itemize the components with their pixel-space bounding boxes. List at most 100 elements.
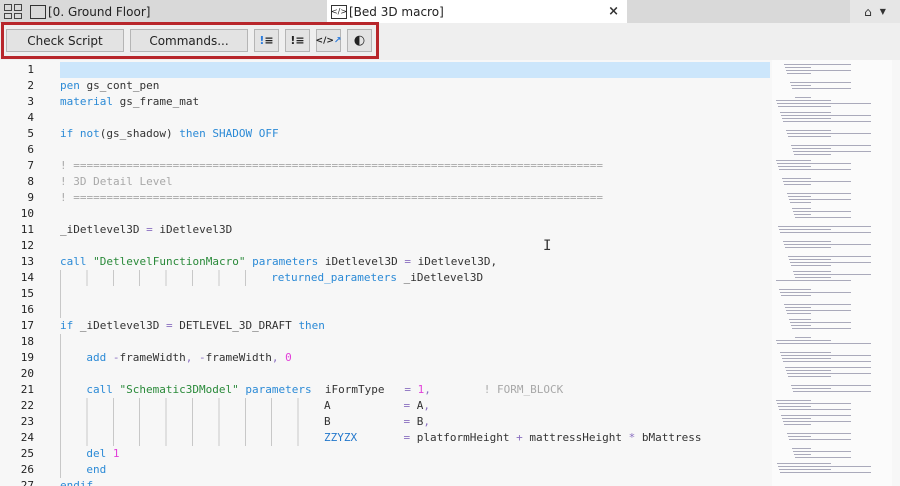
line-number: 12 [20,239,34,252]
code-line[interactable]: 22 A = A, [0,398,770,414]
code-line[interactable]: 12 [0,238,770,254]
line-number: 18 [20,335,34,348]
line-number: 10 [20,207,34,220]
line-number: 17 [20,319,34,332]
code-line[interactable]: 7 ! =====================================… [0,158,770,174]
line-number: 7 [27,159,34,172]
minimap-line [782,118,831,119]
minimap-line [787,433,851,434]
minimap-line [782,178,811,179]
indent-guides [60,350,87,366]
code-token: call [86,383,120,396]
script-editor[interactable]: 1 2 pen gs_cont_pen 3 material gs_frame_mat 4… [0,60,770,486]
line-number: 23 [20,415,34,428]
line-code [60,62,770,78]
minimap-line [785,307,811,308]
minimap-line [782,418,811,419]
minimap-line [790,202,811,203]
code-line[interactable]: 23 B = B, [0,414,770,430]
code-line[interactable]: 1 [0,62,770,78]
code-token: ZZYZX [324,431,358,444]
text-cursor-icon: I [543,238,552,254]
code-token: 1 [106,447,120,460]
chevron-down-icon: ▼ [879,7,886,16]
minimap-line [780,292,851,293]
view-menu-button[interactable]: ⌂ ▼ [850,0,900,23]
code-token: pen [60,79,80,92]
code-line[interactable]: 25 del 1 [0,446,770,462]
code-line[interactable]: 5 if not(gs_shadow) then SHADOW OFF [0,126,770,142]
minimap-line [777,103,871,104]
highlight-box [1,22,379,59]
minimap[interactable] [772,60,892,486]
minimap-line [783,181,851,182]
code-token: _iDetlevel3D [397,271,484,284]
indent-guides [60,366,87,382]
minimap-line [780,112,831,113]
code-line[interactable]: 15 [0,286,770,302]
code-token: add [86,351,107,364]
minimap-line [778,226,871,227]
tab-bed-3d-macro[interactable]: </> [Bed 3D macro] × [327,0,627,23]
line-code: add -frameWidth, -frameWidth, 0 [60,350,770,366]
minimap-line [795,337,811,338]
minimap-line [781,295,811,296]
indent-guides [60,382,87,398]
minimap-line [791,265,831,266]
code-line[interactable]: 14 returned_parameters _iDetlevel3D [0,270,770,286]
line-code: ! 3D Detail Level [60,174,770,190]
code-line[interactable]: 16 [0,302,770,318]
code-line[interactable]: 10 [0,206,770,222]
code-line[interactable]: 6 [0,142,770,158]
minimap-line [794,274,871,275]
line-number: 22 [20,399,34,412]
grid-view-icon[interactable] [4,4,22,19]
line-number: 11 [20,223,34,236]
minimap-line [777,403,851,404]
code-line[interactable]: 20 [0,366,770,382]
code-token: , [271,351,286,364]
close-tab-icon[interactable]: × [608,4,619,19]
line-number: 4 [27,111,34,124]
code-line[interactable]: 4 [0,110,770,126]
code-line[interactable]: 26 end [0,462,770,478]
code-line[interactable]: 11 _iDetlevel3D = iDetlevel3D [0,222,770,238]
code-token: B [324,415,404,428]
minimap-line [783,421,851,422]
code-token: platformHeight [410,431,517,444]
minimap-line [794,454,811,455]
code-token: A [324,399,404,412]
indent-guides [60,302,87,318]
code-line[interactable]: 19 add -frameWidth, -frameWidth, 0 [0,350,770,366]
minimap-line [778,166,811,167]
code-line[interactable]: 17 if _iDetlevel3D = DETLEVEL_3D_DRAFT th… [0,318,770,334]
minimap-line [793,451,851,452]
code-line[interactable]: 2 pen gs_cont_pen [0,78,770,94]
minimap-line [789,319,811,320]
code-line[interactable]: 27 endif [0,478,770,486]
line-number: 16 [20,303,34,316]
code-line[interactable]: 9 ! =====================================… [0,190,770,206]
tab-ground-floor[interactable]: [0. Ground Floor] [30,0,150,23]
minimap-line [792,148,831,149]
code-line[interactable]: 3 material gs_frame_mat [0,94,770,110]
minimap-line [787,313,811,314]
minimap-line [779,289,811,290]
code-token: then [298,319,325,332]
minimap-line [785,367,871,368]
minimap-line [791,85,811,86]
minimap-line [779,409,851,410]
minimap-line [790,82,851,83]
code-line[interactable]: 8 ! 3D Detail Level [0,174,770,190]
code-line[interactable]: 21 call "Schematic3DModel" parameters iFo… [0,382,770,398]
line-number: 15 [20,287,34,300]
code-token: if [60,319,74,332]
code-token: B [410,415,424,428]
code-line[interactable]: 18 [0,334,770,350]
code-line[interactable]: 24 ZZYZX = platformHeight + mattressHeigh… [0,430,770,446]
code-line[interactable]: 13 call "DetlevelFunctionMacro" parameter… [0,254,770,270]
minimap-line [778,406,811,407]
minimap-line [778,466,871,467]
